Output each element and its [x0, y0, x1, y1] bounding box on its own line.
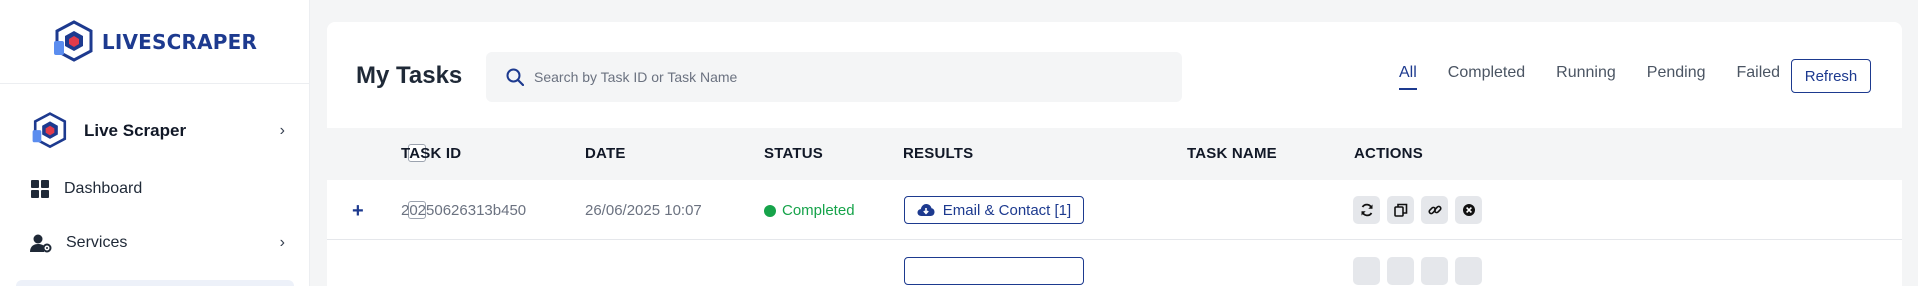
status-dot-icon [764, 204, 776, 217]
delete-button[interactable] [1455, 257, 1482, 285]
user-gear-icon [30, 234, 52, 253]
sidebar-item-label: Services [66, 234, 128, 251]
sidebar-item-services[interactable]: Services › [0, 216, 309, 270]
expand-row-button[interactable]: + [352, 200, 364, 223]
sidebar-item-live-scraper[interactable]: Live Scraper › [0, 100, 309, 162]
brand-logo[interactable]: LIVESCRAPER [0, 0, 309, 84]
column-header-actions: ACTIONS [1354, 145, 1423, 162]
brand-name: LIVESCRAPER [101, 29, 258, 54]
status-text: Completed [782, 202, 855, 219]
rerun-button[interactable] [1353, 257, 1380, 285]
sidebar-item-partial[interactable] [16, 280, 294, 286]
cloud-download-icon [917, 204, 935, 216]
sidebar: LIVESCRAPER Live Scraper › Dashboard Ser… [0, 0, 310, 286]
link-button[interactable] [1421, 257, 1448, 285]
chevron-right-icon: › [279, 122, 285, 139]
column-header-task-id: TASK ID [401, 145, 462, 162]
results-button-label: Email & Contact [1] [942, 201, 1072, 219]
chevron-right-icon: › [279, 234, 285, 251]
results-button[interactable]: Email & Contact [1] [904, 196, 1084, 224]
grid-icon [31, 180, 49, 198]
task-date: 26/06/2025 10:07 [585, 202, 702, 219]
filter-tab-failed[interactable]: Failed [1736, 64, 1780, 88]
sidebar-item-label: Live Scraper [84, 121, 187, 140]
filter-tab-completed[interactable]: Completed [1448, 64, 1525, 88]
row-actions [1353, 257, 1482, 285]
refresh-button[interactable]: Refresh [1791, 59, 1871, 93]
delete-button[interactable] [1455, 196, 1482, 224]
close-circle-icon [1462, 204, 1475, 216]
table-row: + 20250626313b450 26/06/2025 10:07 Compl… [327, 180, 1902, 240]
page-title: My Tasks [356, 62, 463, 89]
results-button[interactable] [904, 257, 1084, 285]
status-filter-tabs: All Completed Running Pending Failed [1399, 64, 1811, 90]
task-id: 20250626313b450 [401, 202, 527, 219]
column-header-date: DATE [585, 145, 626, 162]
column-header-task-name: TASK NAME [1187, 145, 1277, 162]
sidebar-nav: Live Scraper › Dashboard Services › [0, 84, 309, 270]
filter-tab-all[interactable]: All [1399, 64, 1417, 90]
search-icon [506, 68, 524, 86]
table-row [327, 240, 1902, 285]
tasks-header: My Tasks All Completed Running Pending F… [327, 22, 1902, 128]
column-header-results: RESULTS [903, 145, 974, 162]
sidebar-item-label: Dashboard [64, 180, 143, 197]
row-actions [1353, 196, 1482, 224]
filter-tab-pending[interactable]: Pending [1647, 64, 1706, 88]
link-icon [1427, 205, 1442, 215]
search-box[interactable] [486, 52, 1182, 102]
column-header-status: STATUS [764, 145, 823, 162]
cube-logo-icon [53, 19, 93, 62]
filter-tab-running[interactable]: Running [1556, 64, 1616, 88]
rerun-button[interactable] [1353, 196, 1380, 224]
refresh-icon [1361, 203, 1372, 217]
status-badge: Completed [764, 202, 855, 219]
copy-button[interactable] [1387, 257, 1414, 285]
tasks-panel: My Tasks All Completed Running Pending F… [327, 22, 1902, 286]
search-input[interactable] [534, 69, 1134, 85]
link-button[interactable] [1421, 196, 1448, 224]
cube-logo-icon [32, 112, 67, 149]
sidebar-item-dashboard[interactable]: Dashboard [0, 162, 309, 216]
table-header: TASK ID DATE STATUS RESULTS TASK NAME AC… [327, 128, 1902, 180]
copy-button[interactable] [1387, 196, 1414, 224]
copy-icon [1393, 203, 1407, 217]
